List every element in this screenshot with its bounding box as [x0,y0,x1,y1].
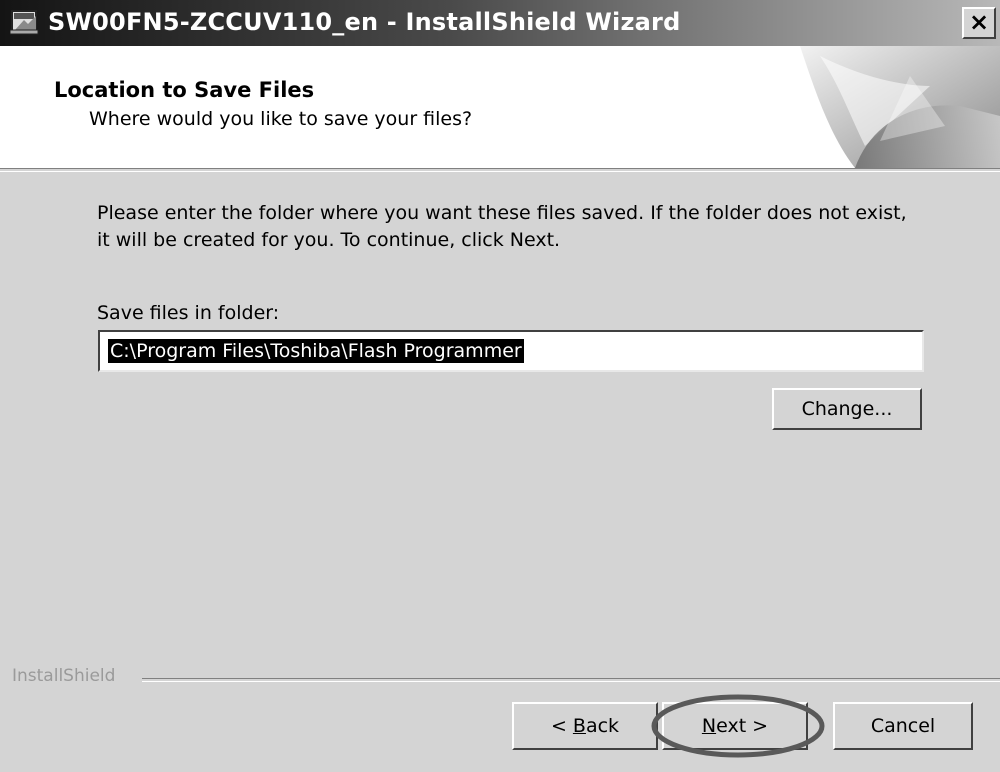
header-divider [0,168,1000,172]
back-button-rest: ack [585,715,620,737]
next-button-highlight-circle [651,694,825,758]
footer-divider [142,678,1000,682]
page-curl-graphic [800,46,1000,168]
installshield-brand-label: InstallShield [12,666,116,686]
installshield-wizard-window: SW00FN5-ZCCUV110_en - InstallShield Wiza… [0,0,1000,772]
back-button-mnemonic: B [572,715,586,737]
window-title: SW00FN5-ZCCUV110_en - InstallShield Wiza… [48,8,681,36]
folder-label: Save files in folder: [97,302,280,324]
cancel-button[interactable]: Cancel [833,702,973,750]
folder-path-input[interactable]: C:\Program Files\Toshiba\Flash Programme… [98,330,924,372]
folder-path-value: C:\Program Files\Toshiba\Flash Programme… [108,339,524,363]
back-button[interactable]: < Back [512,702,658,750]
back-button-prefix: < [550,715,573,737]
header-panel: Location to Save Files Where would you l… [0,46,1000,168]
close-icon[interactable]: × [962,7,996,39]
page-subtitle: Where would you like to save your files? [89,108,473,130]
title-bar[interactable]: SW00FN5-ZCCUV110_en - InstallShield Wiza… [0,0,1000,46]
change-button[interactable]: Change... [772,388,922,430]
page-title: Location to Save Files [54,78,315,102]
installer-app-icon [10,10,39,35]
instructions-text: Please enter the folder where you want t… [97,202,907,251]
